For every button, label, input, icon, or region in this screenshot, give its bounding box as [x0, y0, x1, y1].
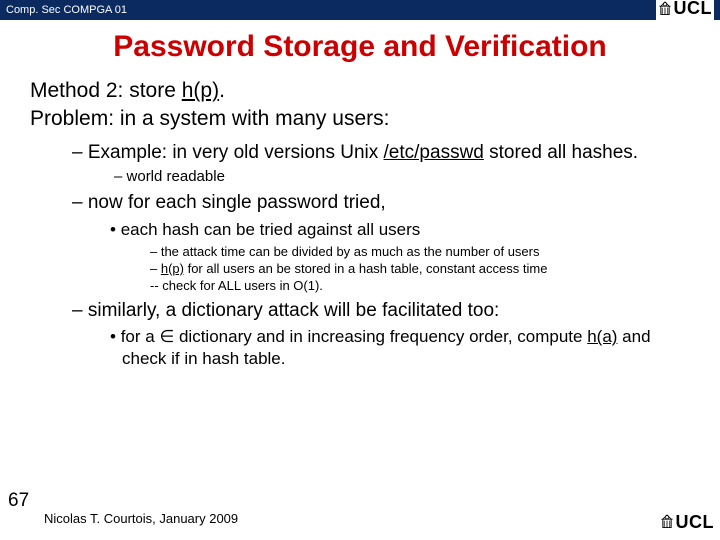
- list-level-3: the attack time can be divided by as muc…: [150, 244, 696, 295]
- text: now for each single password tried,: [88, 192, 386, 213]
- list-item: Example: in very old versions Unix /etc/…: [72, 141, 696, 188]
- ha-underlined: h(a): [587, 327, 617, 346]
- text: stored all hashes.: [484, 142, 638, 163]
- ucl-dome-icon: [660, 513, 674, 531]
- ucl-dome-icon: [658, 0, 672, 18]
- ucl-logo-text: UCL: [674, 0, 713, 19]
- list-item: now for each single password tried, each…: [72, 191, 696, 295]
- ucl-logo-bottom: UCL: [660, 512, 715, 537]
- method-line-1: Method 2: store h(p).: [30, 78, 696, 104]
- header-bar: Comp. Sec COMPGA 01: [0, 0, 720, 20]
- text: similarly, a dictionary attack will be f…: [88, 300, 499, 321]
- text: for all users an be stored in a hash tab…: [184, 261, 547, 276]
- list-item: the attack time can be divided by as muc…: [150, 244, 696, 261]
- course-code: Comp. Sec COMPGA 01: [6, 4, 127, 16]
- list-bullet: for a ∈ dictionary and in increasing fre…: [110, 326, 696, 369]
- element-of-symbol: ∈: [159, 327, 174, 346]
- method-line-2: Problem: in a system with many users:: [30, 106, 696, 132]
- list-item: for a ∈ dictionary and in increasing fre…: [110, 326, 696, 369]
- hp-underlined: h(p): [161, 261, 184, 276]
- text: each hash can be tried against all users: [121, 220, 421, 239]
- list-level-2: world readable: [114, 168, 696, 187]
- list-item: similarly, a dictionary attack will be f…: [72, 299, 696, 369]
- list-bullet: each hash can be tried against all users…: [110, 219, 696, 295]
- list-level-1: Example: in very old versions Unix /etc/…: [72, 141, 696, 369]
- slide-body: Method 2: store h(p). Problem: in a syst…: [0, 78, 720, 369]
- etc-passwd-underlined: /etc/passwd: [384, 142, 484, 163]
- list-item: each hash can be tried against all users…: [110, 219, 696, 295]
- text: Example: in very old versions Unix: [88, 142, 384, 163]
- list-item: h(p) for all users an be stored in a has…: [150, 261, 696, 278]
- slide-number: 67: [8, 490, 29, 512]
- text: for a: [121, 327, 160, 346]
- slide-title: Password Storage and Verification: [0, 30, 720, 64]
- ucl-logo-top: UCL: [656, 0, 715, 23]
- ucl-logo-text: UCL: [676, 512, 715, 533]
- text: dictionary and in increasing frequency o…: [174, 327, 587, 346]
- list-item: world readable: [114, 168, 696, 187]
- hp-underlined: h(p): [182, 79, 219, 102]
- footer-author: Nicolas T. Courtois, January 2009: [44, 511, 238, 526]
- list-item: check for ALL users in O(1).: [150, 278, 696, 295]
- text: Method 2: store: [30, 79, 182, 102]
- text: .: [219, 79, 225, 102]
